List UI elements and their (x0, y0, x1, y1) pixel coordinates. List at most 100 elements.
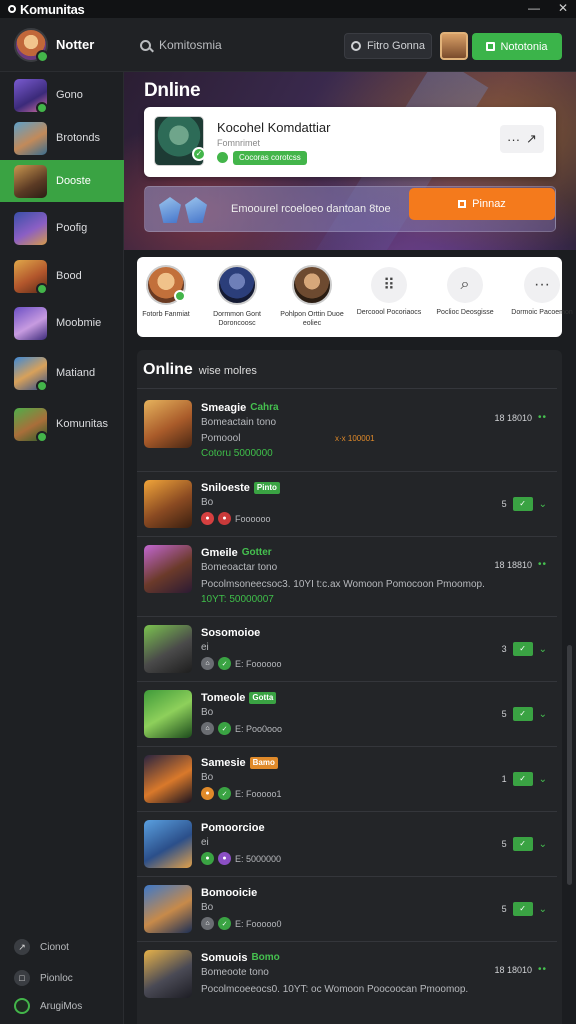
row-line: Pocolmcoeeocs0. 10YT: oc Womoon Poocooca… (201, 984, 469, 995)
quick-item[interactable]: Fotorb Fanmiat (131, 265, 201, 319)
more-options-button[interactable]: ··· ↗ (500, 125, 544, 153)
list-heading-sub: wise molres (198, 365, 257, 377)
promo-button[interactable]: Pinnaz (409, 188, 555, 220)
sidebar-bottom-item[interactable]: ↗ Cionot (14, 937, 114, 957)
promo-text: Emoourel rcoeloeo dantoan 8toe (231, 203, 391, 215)
row-line: Cotoru 5000000 (201, 448, 273, 459)
row-extra: x·x 100001 (335, 434, 375, 443)
scrollbar[interactable] (567, 645, 572, 885)
list-heading-title: Online (143, 361, 193, 378)
list-row[interactable]: Tomeole Gotta Bo ⌂ ✓ E: Poo0ooo 5 ✓ ⌄ (137, 682, 557, 747)
search-input[interactable] (159, 38, 319, 52)
avatar (144, 885, 192, 933)
user-name[interactable]: Notter (56, 37, 94, 52)
count-badge: ✓ (512, 707, 533, 721)
check-icon: ✓ (218, 722, 231, 735)
row-name-text: Somuois (201, 952, 248, 964)
featured-card[interactable]: ✓ Kocohel Komdattiar Fomnrimet Cocoras c… (144, 107, 556, 177)
game-thumbnail (14, 211, 47, 245)
row-meta-text: 3 (501, 644, 507, 654)
row-meta-text: 5 (501, 904, 507, 914)
chevron-down-icon[interactable]: ⌄ (539, 499, 547, 510)
game-thumbnail (14, 164, 47, 198)
filter-button[interactable]: Fitro Gonna (344, 33, 432, 59)
more-icon[interactable]: •• (538, 964, 547, 975)
chevron-down-icon[interactable]: ⌄ (539, 774, 547, 785)
list-row[interactable]: Smeagie Cahra Bomeactain tono Pomoool x·x… (137, 390, 557, 472)
avatar (144, 480, 192, 528)
row-icons: ● ● Foooooo (201, 512, 271, 525)
count-badge: ✓ (512, 902, 533, 916)
sidebar-item-bood[interactable]: Bood (0, 255, 124, 297)
chevron-down-icon[interactable]: ⌄ (539, 904, 547, 915)
row-name-text: Bomooicie (201, 887, 258, 899)
row-line: ei (201, 837, 209, 848)
list-row[interactable]: Somuois Bomo Bomeoote tono Pocolmcoeeocs0… (137, 942, 557, 1024)
sidebar-item-dooste[interactable]: Dooste (0, 160, 124, 202)
more-icon: ··· (507, 131, 521, 147)
more-icon[interactable]: •• (538, 559, 547, 570)
sidebar-item-brotonds[interactable]: Brotonds (0, 117, 124, 159)
row-meta: 18 18810 •• (494, 559, 547, 570)
check-icon: ✓ (218, 657, 231, 670)
sidebar-item-matiand[interactable]: Matiand (0, 352, 124, 394)
list-row[interactable]: Sniloeste Pinto Bo ● ● Foooooo 5 ✓ ⌄ (137, 472, 557, 537)
sidebar-item-poofig[interactable]: Poofig (0, 207, 124, 249)
row-line: Bomeoactar tono (201, 562, 278, 573)
list-row[interactable]: Bomooicie Bo ⌂ ✓ E: Fooooo0 5 ✓ ⌄ (137, 877, 557, 942)
row-icons: ● ● E: 5000000 (201, 852, 281, 865)
sidebar-item-label: Poofig (56, 222, 88, 234)
sidebar-item-komunitas[interactable]: Komunitas (0, 403, 124, 445)
minimize-button[interactable]: — (528, 0, 540, 16)
chevron-down-icon[interactable]: ⌄ (539, 709, 547, 720)
list-row[interactable]: Gmeile Gotter Bomeoactar tono Pocolmsonee… (137, 537, 557, 617)
quick-item[interactable]: ··· Dormoic Pacoemon (507, 265, 576, 317)
divider (137, 388, 557, 389)
status-dot-icon (217, 152, 228, 163)
gem-icon (159, 197, 181, 223)
quick-item[interactable]: ⠿ Dercoool Pocoriaocs (354, 265, 424, 317)
row-name-text: Gmeile (201, 547, 238, 559)
sidebar-item-label: Dooste (56, 175, 91, 187)
row-meta: 5 ✓ ⌄ (502, 497, 547, 511)
count-badge: ✓ (512, 837, 533, 851)
list-row[interactable]: Pomoorcioe ei ● ● E: 5000000 5 ✓ ⌄ (137, 812, 557, 877)
chevron-down-icon[interactable]: ⌄ (539, 839, 547, 850)
quick-item[interactable]: ⌕ Poclioc Deosgisse (430, 265, 500, 317)
online-status-icon (36, 102, 48, 114)
row-name: Tomeole Gotta (201, 692, 277, 705)
avatar (144, 820, 192, 868)
sidebar-item-label: Brotonds (56, 132, 101, 144)
row-name-text: Sniloeste (201, 482, 250, 494)
avatar (144, 755, 192, 803)
sidebar-item-moobmie[interactable]: Moobmie (0, 302, 124, 344)
primary-action-label: Nototonia (500, 40, 548, 53)
list-row[interactable]: Sosomoioe ei ⌂ ✓ E: Foooooo 3 ✓ ⌄ (137, 617, 557, 682)
row-line: ei (201, 642, 209, 653)
list-row[interactable]: Samesie Bamo Bo ● ✓ E: Fooooo1 1 ✓ ⌄ (137, 747, 557, 812)
sidebar-item-label: Komunitas (56, 418, 108, 430)
quick-item[interactable]: Pohlpon Orttin Duoe eoliec (277, 265, 347, 328)
primary-action-button[interactable]: Nototonia (472, 33, 562, 60)
quick-item[interactable]: Dormmon Gont Doroncoosc (202, 265, 272, 328)
app-title-text: Komunitas (20, 1, 85, 17)
sidebar-bottom-item[interactable]: □ Pionloc (14, 968, 114, 988)
avatar (217, 265, 257, 305)
top-bar: Notter Fitro Gonna Nototonia (0, 18, 576, 72)
user-avatar[interactable] (14, 28, 49, 63)
row-name-text: Pomoorcioe (201, 822, 265, 834)
promo-bar: Emoourel rcoeloeo dantoan 8toe Pinnaz (144, 186, 556, 232)
more-icon: ··· (524, 267, 560, 303)
row-tag: Pinto (253, 482, 280, 495)
profile-avatar[interactable] (440, 32, 468, 60)
row-line: Pocolmsoneecsoc3. 10YI t:c.ax Womoon Pom… (201, 579, 485, 590)
more-icon[interactable]: •• (538, 412, 547, 423)
row-name-text: Sosomoioe (201, 627, 261, 639)
featured-image: ✓ (154, 116, 206, 166)
row-meta: 5 ✓ ⌄ (502, 707, 547, 721)
sidebar-item-gono[interactable]: Gono (0, 74, 124, 116)
close-button[interactable]: ✕ (558, 0, 568, 16)
search-box[interactable] (140, 33, 330, 57)
sidebar-bottom-item[interactable]: ArugiMos (14, 996, 114, 1016)
chevron-down-icon[interactable]: ⌄ (539, 644, 547, 655)
